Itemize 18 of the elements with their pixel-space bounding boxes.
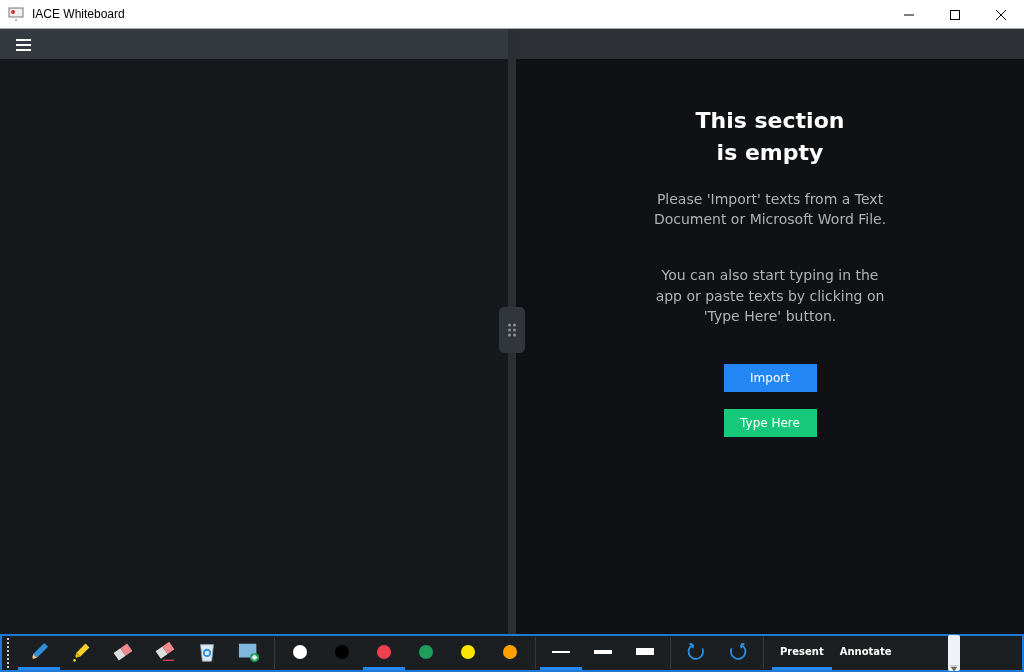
instruction-text: Please 'Import' texts from a Text Document or Microsoft Word File. <box>652 189 888 230</box>
close-icon <box>996 9 1006 20</box>
import-button[interactable]: Import <box>723 364 817 393</box>
mode-tab[interactable]: Present <box>772 636 832 670</box>
splitter-handle[interactable] <box>499 307 525 353</box>
line-icon <box>552 650 570 653</box>
window-title: IACE Whiteboard <box>32 6 125 23</box>
empty-heading: This section is empty <box>695 107 845 167</box>
mode-tab[interactable]: Annotate <box>831 636 900 670</box>
app-icon <box>8 7 24 21</box>
instruction-text: You can also start typing in the app or paste texts by clicking on 'Type Here' button. <box>654 266 886 326</box>
undo-icon <box>685 640 707 663</box>
eraser-icon <box>154 640 176 663</box>
redo-icon <box>727 640 749 663</box>
scroll-down-icon[interactable] <box>949 665 958 671</box>
drag-grip-icon[interactable] <box>6 637 10 669</box>
maximize-icon <box>950 9 960 20</box>
scrollbar[interactable] <box>947 635 960 671</box>
